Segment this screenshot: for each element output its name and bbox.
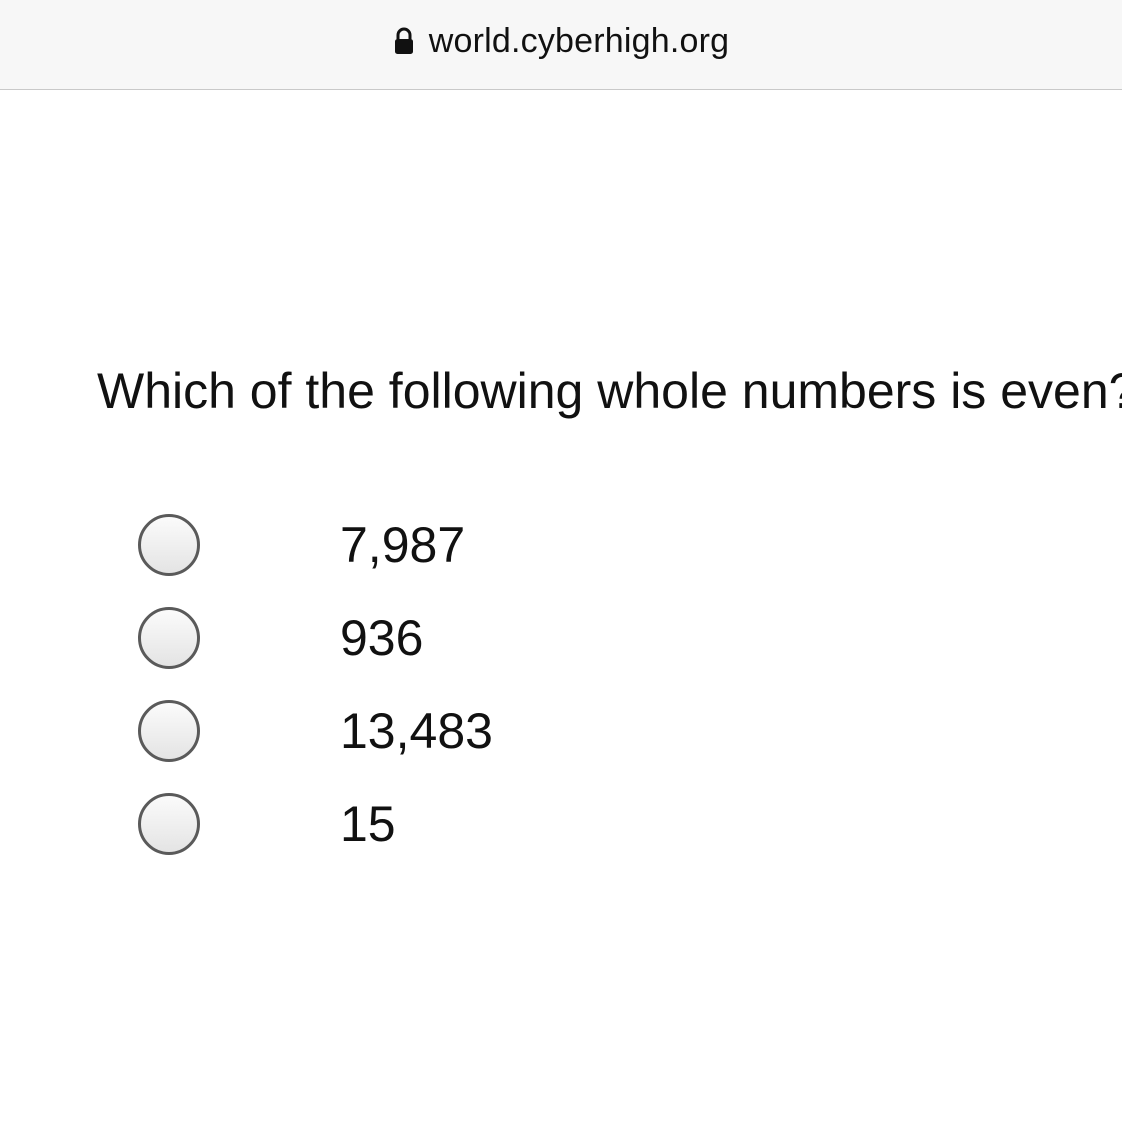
url-display[interactable]: world.cyberhigh.org [0, 18, 1122, 64]
answer-label: 7,987 [340, 517, 466, 573]
answer-label: 13,483 [340, 703, 493, 759]
answer-option-2[interactable]: 936 [138, 607, 638, 673]
answer-option-4[interactable]: 15 [138, 793, 638, 859]
radio-button[interactable] [138, 514, 200, 576]
radio-button[interactable] [138, 793, 200, 855]
browser-address-bar[interactable]: world.cyberhigh.org [0, 0, 1122, 90]
answer-option-3[interactable]: 13,483 [138, 700, 638, 766]
answer-label: 15 [340, 796, 396, 852]
question-text: Which of the following whole numbers is … [97, 363, 1122, 419]
answer-option-1[interactable]: 7,987 [138, 514, 638, 580]
lock-icon [393, 27, 415, 55]
radio-button[interactable] [138, 607, 200, 669]
url-text: world.cyberhigh.org [428, 21, 730, 60]
answer-label: 936 [340, 610, 424, 666]
radio-button[interactable] [138, 700, 200, 762]
